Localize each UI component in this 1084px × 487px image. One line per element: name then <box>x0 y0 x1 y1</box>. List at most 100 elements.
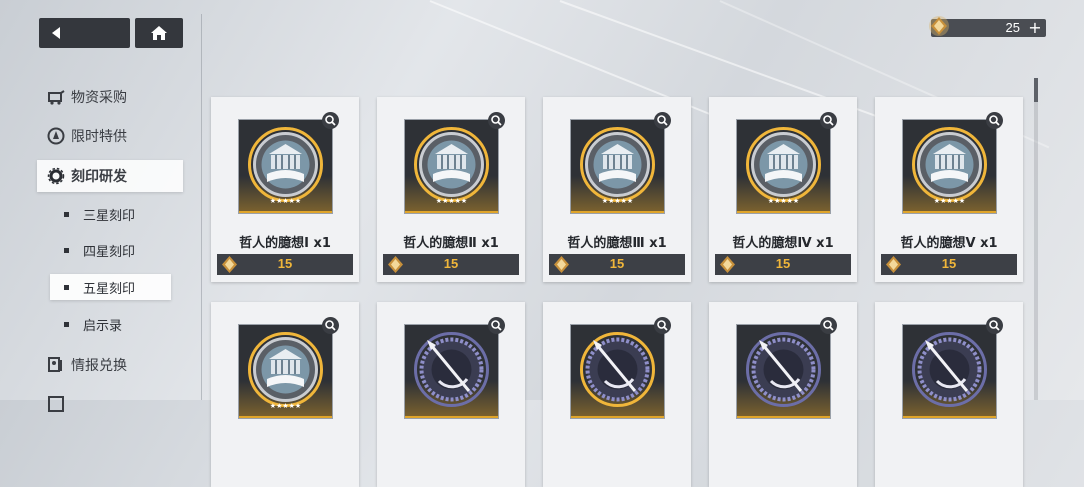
shop-item-card[interactable] <box>875 302 1023 487</box>
gear-icon <box>47 167 65 185</box>
zoom-button[interactable] <box>322 112 339 129</box>
magnifier-icon <box>491 115 502 126</box>
price-tag[interactable]: 15 <box>715 254 851 275</box>
sub-item-label: 四星刻印 <box>83 244 136 260</box>
philosopher-emblem-icon: ★★★★★ <box>912 127 987 205</box>
shop-item-card[interactable]: ★★★★★ 哲人的臆想Ⅲ x1 15 <box>543 97 691 282</box>
sidebar-item-label: 物资采购 <box>71 90 127 106</box>
gem-icon <box>929 16 949 36</box>
item-name: 哲人的臆想Ⅴ x1 <box>900 236 998 251</box>
shop-item-card[interactable] <box>543 302 691 487</box>
philosopher-emblem-icon: ★★★★★ <box>580 127 655 205</box>
spear-emblem-icon <box>580 332 655 407</box>
home-button[interactable] <box>135 18 183 48</box>
item-price: 15 <box>609 256 625 271</box>
magnifier-icon <box>989 115 1000 126</box>
zoom-button[interactable] <box>488 317 505 334</box>
sidebar-item-label: 刻印研发 <box>71 169 127 185</box>
item-name: 哲人的臆想Ⅱ x1 <box>403 236 499 251</box>
item-frame-line <box>571 211 664 213</box>
scrollbar-thumb[interactable] <box>1034 78 1038 102</box>
zoom-button[interactable] <box>488 112 505 129</box>
sidebar-item-partial[interactable] <box>37 388 183 420</box>
shop-item-card[interactable]: ★★★★★ 哲人的臆想Ⅴ x1 15 <box>875 97 1023 282</box>
currency-display: 25 + <box>929 16 1046 37</box>
price-tag[interactable]: 15 <box>217 254 353 275</box>
scrollbar[interactable] <box>1034 78 1038 400</box>
item-price: 15 <box>443 256 459 271</box>
svg-text:★★★★★: ★★★★★ <box>768 197 799 205</box>
item-image <box>404 324 499 419</box>
shop-item-card[interactable]: ★★★★★ 哲人的臆想Ⅰ x1 15 <box>211 97 359 282</box>
back-arrow-icon <box>52 27 60 39</box>
svg-text:★★★★★: ★★★★★ <box>602 197 633 205</box>
price-tag[interactable]: 15 <box>549 254 685 275</box>
badge-icon <box>47 127 65 145</box>
item-name: 哲人的臆想Ⅳ x1 <box>732 236 834 251</box>
magnifier-icon <box>491 320 502 331</box>
sub-item-four-star[interactable]: 四星刻印 <box>50 237 171 263</box>
spear-emblem-icon <box>746 332 821 407</box>
svg-text:★★★★★: ★★★★★ <box>270 402 301 410</box>
currency-amount: 25 <box>1005 20 1020 35</box>
item-price: 15 <box>775 256 791 271</box>
zoom-button[interactable] <box>986 112 1003 129</box>
shop-item-card[interactable]: ★★★★★ 哲人的臆想Ⅳ x1 15 <box>709 97 857 282</box>
item-image: ★★★★★ <box>238 324 333 419</box>
zoom-button[interactable] <box>820 317 837 334</box>
svg-text:★★★★★: ★★★★★ <box>934 197 965 205</box>
bullet-icon <box>64 284 69 290</box>
price-tag[interactable]: 15 <box>881 254 1017 275</box>
shop-item-card[interactable] <box>709 302 857 487</box>
item-image: ★★★★★ <box>736 119 831 214</box>
item-image <box>902 324 997 419</box>
sidebar-item-label: 情报兑换 <box>71 358 127 374</box>
add-currency-button[interactable]: + <box>1026 19 1044 37</box>
sub-item-five-star[interactable]: 五星刻印 <box>50 274 171 300</box>
shop-item-card[interactable]: ★★★★★ <box>211 302 359 487</box>
magnifier-icon <box>325 320 336 331</box>
item-frame-line <box>239 211 332 213</box>
sub-item-three-star[interactable]: 三星刻印 <box>50 201 171 227</box>
home-icon <box>151 26 167 40</box>
magnifier-icon <box>989 320 1000 331</box>
shop-item-card[interactable]: ★★★★★ 哲人的臆想Ⅱ x1 15 <box>377 97 525 282</box>
item-frame-line <box>239 416 332 418</box>
cart-icon <box>48 90 65 105</box>
philosopher-emblem-icon: ★★★★★ <box>248 332 323 410</box>
magnifier-icon <box>657 320 668 331</box>
philosopher-emblem-icon: ★★★★★ <box>414 127 489 205</box>
zoom-button[interactable] <box>322 317 339 334</box>
svg-text:★★★★★: ★★★★★ <box>270 197 301 205</box>
sidebar-item-intel[interactable]: 情报兑换 <box>37 349 183 381</box>
sub-item-label: 三星刻印 <box>83 208 136 224</box>
item-frame-line <box>903 416 996 418</box>
item-frame-line <box>405 416 498 418</box>
bullet-icon <box>64 211 69 217</box>
item-frame-line <box>405 211 498 213</box>
magnifier-icon <box>657 115 668 126</box>
item-frame-line <box>903 211 996 213</box>
philosopher-emblem-icon: ★★★★★ <box>248 127 323 205</box>
zoom-button[interactable] <box>986 317 1003 334</box>
zoom-button[interactable] <box>820 112 837 129</box>
item-price: 15 <box>277 256 293 271</box>
menu-icon <box>48 396 64 412</box>
sidebar-item-engraving[interactable]: 刻印研发 <box>37 160 183 192</box>
item-image: ★★★★★ <box>404 119 499 214</box>
svg-text:★★★★★: ★★★★★ <box>436 197 467 205</box>
item-frame-line <box>737 416 830 418</box>
back-button[interactable] <box>39 18 130 48</box>
item-image: ★★★★★ <box>902 119 997 214</box>
zoom-button[interactable] <box>654 112 671 129</box>
sidebar-item-supply[interactable]: 物资采购 <box>37 81 183 113</box>
item-frame-line <box>737 211 830 213</box>
item-frame-line <box>571 416 664 418</box>
zoom-button[interactable] <box>654 317 671 334</box>
price-tag[interactable]: 15 <box>383 254 519 275</box>
sidebar-item-limited[interactable]: 限时特供 <box>37 120 183 152</box>
sub-item-revelation[interactable]: 启示录 <box>50 311 171 337</box>
sidebar-divider <box>201 14 202 400</box>
shop-item-card[interactable] <box>377 302 525 487</box>
magnifier-icon <box>823 320 834 331</box>
